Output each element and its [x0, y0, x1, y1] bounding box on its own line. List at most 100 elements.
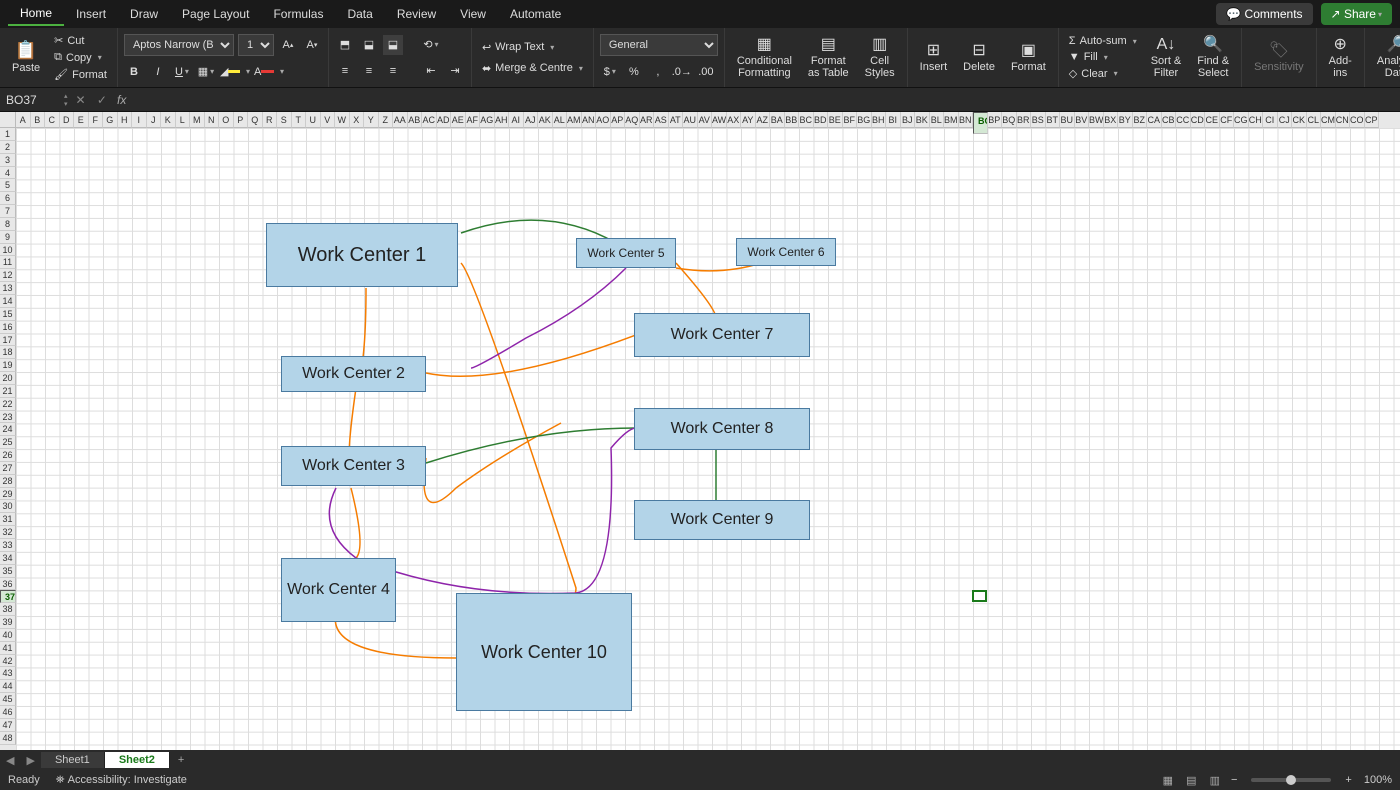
view-page-layout-button[interactable]: ▤ — [1181, 775, 1201, 787]
select-all-corner[interactable] — [0, 112, 16, 128]
shape-work-center-1[interactable]: Work Center 1 — [266, 223, 458, 287]
autosum-button[interactable]: ΣAuto-sum▾ — [1065, 34, 1141, 48]
tab-review[interactable]: Review — [385, 3, 448, 25]
zoom-slider[interactable] — [1251, 778, 1331, 782]
align-top-button[interactable]: ⬒ — [335, 35, 355, 55]
merge-center-button[interactable]: ⬌Merge & Centre▾ — [478, 61, 587, 76]
sigma-icon: Σ — [1069, 35, 1076, 47]
shape-work-center-4[interactable]: Work Center 4 — [281, 558, 396, 622]
align-middle-button[interactable]: ⬓ — [359, 35, 379, 55]
shape-work-center-6[interactable]: Work Center 6 — [736, 238, 836, 266]
shape-work-center-8[interactable]: Work Center 8 — [634, 408, 810, 450]
find-select-button[interactable]: 🔍Find & Select — [1191, 34, 1235, 82]
fill-button[interactable]: ▼Fill▾ — [1065, 50, 1141, 64]
align-right-button[interactable]: ≡ — [383, 61, 403, 81]
increase-decimal-button[interactable]: .0→ — [672, 62, 692, 82]
bold-button[interactable]: B — [124, 62, 144, 82]
group-clipboard: 📋 Paste ✂Cut ⧉Copy▾ 🖌Format — [0, 28, 118, 87]
addins-button[interactable]: ⊕Add-ins — [1323, 34, 1358, 82]
tab-draw[interactable]: Draw — [118, 3, 170, 25]
view-normal-button[interactable]: ▦ — [1158, 775, 1178, 787]
percent-button[interactable]: % — [624, 62, 644, 82]
sort-filter-button[interactable]: A↓Sort & Filter — [1145, 34, 1188, 82]
number-format-select[interactable]: General — [600, 34, 718, 56]
shape-work-center-5[interactable]: Work Center 5 — [576, 238, 676, 268]
cut-button[interactable]: ✂Cut — [50, 33, 111, 48]
shape-work-center-10[interactable]: Work Center 10 — [456, 593, 632, 711]
italic-button[interactable]: I — [148, 62, 168, 82]
cells-area[interactable]: Work Center 1 Work Center 2 Work Center … — [16, 128, 1400, 750]
format-painter-button[interactable]: 🖌Format — [50, 67, 111, 82]
sheet-tab-sheet1[interactable]: Sheet1 — [41, 752, 105, 768]
tab-automate[interactable]: Automate — [498, 3, 573, 25]
tab-data[interactable]: Data — [335, 3, 384, 25]
tab-home[interactable]: Home — [8, 2, 64, 26]
zoom-in-button[interactable]: + — [1339, 774, 1357, 786]
row-headers[interactable]: 1234567891011121314151617181920212223242… — [0, 128, 16, 750]
formula-input[interactable] — [132, 89, 1400, 111]
tab-formulas[interactable]: Formulas — [261, 3, 335, 25]
currency-button[interactable]: $▾ — [600, 62, 620, 82]
shape-work-center-3[interactable]: Work Center 3 — [281, 446, 426, 486]
addins-label: Add-ins — [1329, 55, 1352, 79]
tab-view[interactable]: View — [448, 3, 498, 25]
namebox-stepper[interactable]: ▴▾ — [60, 92, 72, 108]
fill-label: Fill — [1084, 51, 1098, 63]
decrease-indent-button[interactable]: ⇤ — [421, 61, 441, 81]
sensitivity-button[interactable]: 🏷Sensitivity — [1248, 40, 1310, 76]
insert-icon: ⊞ — [927, 42, 940, 60]
zoom-out-button[interactable]: − — [1225, 774, 1243, 786]
decrease-decimal-button[interactable]: .00 — [696, 62, 716, 82]
align-left-button[interactable]: ≡ — [335, 61, 355, 81]
share-button[interactable]: ↗ Share▾ — [1321, 3, 1392, 25]
shape-work-center-9[interactable]: Work Center 9 — [634, 500, 810, 540]
analyse-data-button[interactable]: 🔎Analyse Data — [1371, 34, 1400, 82]
delete-button[interactable]: ⊟Delete — [957, 40, 1001, 76]
insert-button[interactable]: ⊞Insert — [914, 40, 954, 76]
group-analyse: 🔎Analyse Data — [1365, 28, 1400, 87]
format-as-table-button[interactable]: ▤Format as Table — [802, 34, 855, 82]
enter-formula-button[interactable]: ✓ — [93, 93, 111, 107]
zoom-level[interactable]: 100% — [1364, 774, 1392, 786]
fill-color-button[interactable]: ◢ — [220, 62, 240, 82]
name-box[interactable] — [0, 89, 60, 111]
share-label: Share — [1344, 7, 1376, 21]
comma-button[interactable]: , — [648, 62, 668, 82]
fx-icon[interactable]: fx — [111, 93, 132, 107]
tab-page-layout[interactable]: Page Layout — [170, 3, 261, 25]
status-accessibility[interactable]: Accessibility: Investigate — [68, 774, 187, 786]
increase-font-button[interactable]: A▴ — [278, 35, 298, 55]
shape-work-center-7[interactable]: Work Center 7 — [634, 313, 810, 357]
font-size-select[interactable]: 12 — [238, 34, 274, 56]
conditional-formatting-button[interactable]: ▦Conditional Formatting — [731, 34, 798, 82]
cancel-formula-button[interactable]: ✕ — [72, 93, 90, 107]
font-name-select[interactable]: Aptos Narrow (Bod... — [124, 34, 234, 56]
wrap-text-button[interactable]: ↩Wrap Text▾ — [478, 40, 587, 55]
view-page-break-button[interactable]: ▥ — [1205, 775, 1225, 787]
copy-button[interactable]: ⧉Copy▾ — [50, 50, 111, 65]
clear-button[interactable]: ◇Clear▾ — [1065, 66, 1141, 81]
shape-work-center-2[interactable]: Work Center 2 — [281, 356, 426, 392]
increase-indent-button[interactable]: ⇥ — [445, 61, 465, 81]
comments-button[interactable]: 💬 Comments — [1216, 3, 1312, 25]
group-styles: ▦Conditional Formatting ▤Format as Table… — [725, 28, 908, 87]
sheet-nav-next[interactable]: ▶ — [20, 754, 40, 767]
cell-format-button[interactable]: ▣Format — [1005, 40, 1052, 76]
analyse-icon: 🔎 — [1386, 36, 1400, 54]
orientation-button[interactable]: ⟲▾ — [421, 35, 441, 55]
paste-button[interactable]: 📋 Paste — [6, 39, 46, 77]
column-headers[interactable]: ABCDEFGHIJKLMNOPQRSTUVWXYZAAABACADAEAFAG… — [16, 112, 1400, 128]
font-color-button[interactable]: A — [254, 62, 274, 82]
cell-styles-button[interactable]: ▥Cell Styles — [859, 34, 901, 82]
decrease-font-button[interactable]: A▾ — [302, 35, 322, 55]
border-button[interactable]: ▦▾ — [196, 62, 216, 82]
add-sheet-button[interactable]: + — [170, 754, 192, 766]
find-label: Find & Select — [1197, 55, 1229, 79]
align-bottom-button[interactable]: ⬓ — [383, 35, 403, 55]
sheet-tab-sheet2[interactable]: Sheet2 — [105, 752, 170, 768]
align-center-button[interactable]: ≡ — [359, 61, 379, 81]
underline-button[interactable]: U▾ — [172, 62, 192, 82]
tab-insert[interactable]: Insert — [64, 3, 118, 25]
sheet-nav-prev[interactable]: ◀ — [0, 754, 20, 767]
worksheet-grid[interactable]: ABCDEFGHIJKLMNOPQRSTUVWXYZAAABACADAEAFAG… — [0, 112, 1400, 750]
